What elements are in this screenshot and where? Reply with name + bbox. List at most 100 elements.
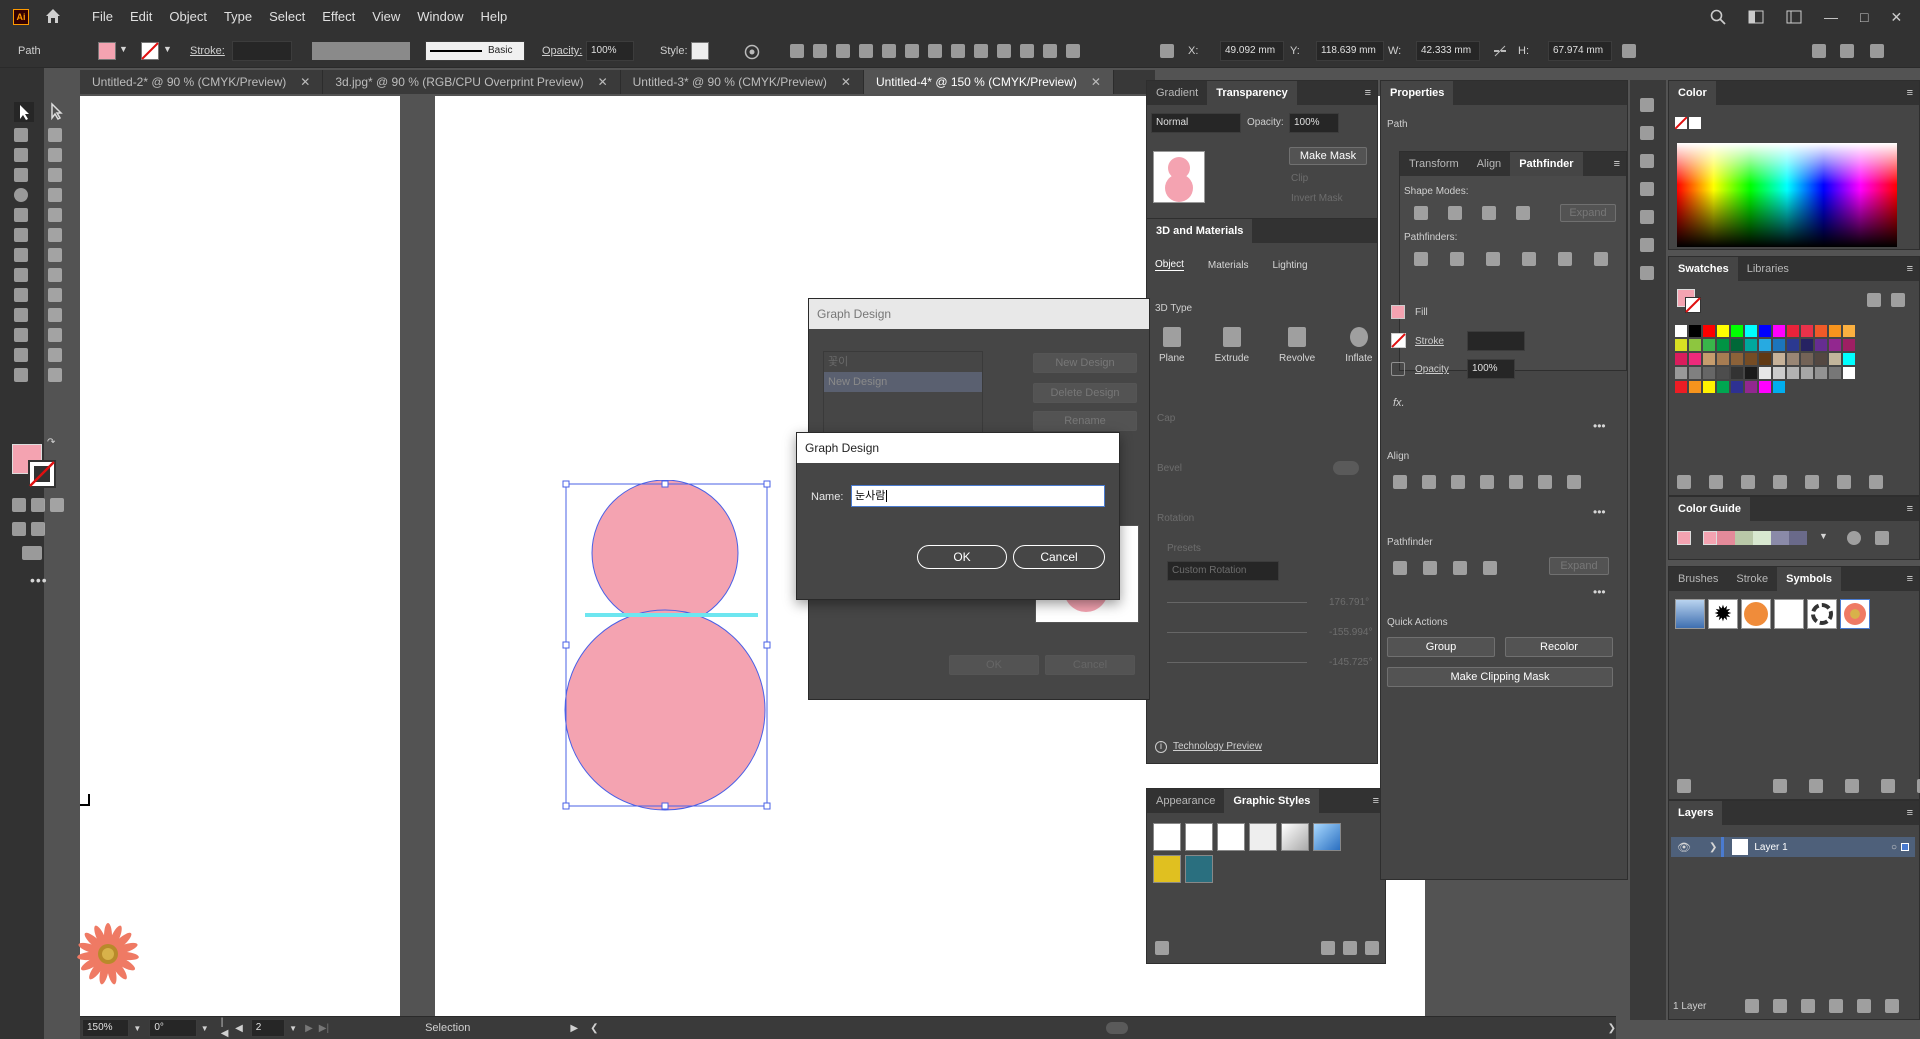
- new-layer-icon[interactable]: [1857, 999, 1871, 1013]
- tab-align[interactable]: Align: [1468, 152, 1510, 176]
- mesh-tool-icon[interactable]: [14, 288, 28, 302]
- expand-button[interactable]: Expand: [1549, 557, 1609, 575]
- tab-materials[interactable]: Materials: [1208, 260, 1249, 271]
- symbol-ring[interactable]: [1807, 599, 1837, 629]
- align-top-icon[interactable]: [882, 44, 896, 58]
- break-link-icon[interactable]: [1321, 941, 1335, 955]
- delete-icon[interactable]: [1365, 941, 1379, 955]
- search-icon[interactable]: [1710, 9, 1726, 25]
- chevron-down-icon[interactable]: ▼: [133, 1024, 141, 1033]
- align-middle-icon[interactable]: [1538, 475, 1552, 489]
- recolor-button[interactable]: Recolor: [1505, 637, 1613, 657]
- w-field[interactable]: 42.333 mm: [1416, 41, 1480, 61]
- align-center-icon[interactable]: [1451, 475, 1465, 489]
- scroll-right-icon[interactable]: ❯: [1608, 1023, 1616, 1034]
- color-swatch[interactable]: [1759, 381, 1771, 393]
- symbol-splat[interactable]: ✹: [1708, 599, 1738, 629]
- distribute-left-icon[interactable]: [1020, 44, 1034, 58]
- color-swatch[interactable]: [1773, 367, 1785, 379]
- color-swatch[interactable]: [1675, 353, 1687, 365]
- flower-symbol[interactable]: [76, 922, 140, 986]
- visibility-eye-icon[interactable]: 👁: [1677, 841, 1691, 854]
- color-swatch[interactable]: [1717, 367, 1729, 379]
- clipping-mask-icon[interactable]: [1801, 999, 1815, 1013]
- status-menu-icon[interactable]: ▶: [570, 1023, 578, 1034]
- tab-gradient[interactable]: Gradient: [1147, 81, 1207, 105]
- rotation-x-value[interactable]: 176.791°: [1329, 597, 1369, 608]
- none-swatch-icon[interactable]: [1675, 117, 1687, 129]
- bevel-toggle[interactable]: [1333, 461, 1359, 475]
- rotation-y-slider[interactable]: [1167, 632, 1307, 633]
- menu-window[interactable]: Window: [417, 9, 463, 24]
- isolate-icon[interactable]: [1812, 44, 1826, 58]
- unite-icon[interactable]: [1414, 206, 1428, 220]
- more-options-icon[interactable]: •••: [1593, 505, 1606, 519]
- merge-icon[interactable]: [1486, 252, 1500, 266]
- minus-front-icon[interactable]: [1448, 206, 1462, 220]
- ok-button[interactable]: OK: [917, 545, 1007, 569]
- minus-back-icon[interactable]: [1594, 252, 1608, 266]
- scale-tool-icon[interactable]: [48, 228, 62, 242]
- draw-normal-icon[interactable]: [12, 522, 26, 536]
- make-mask-button[interactable]: Make Mask: [1289, 147, 1367, 165]
- align-left-icon[interactable]: [1422, 475, 1436, 489]
- swatch-stroke[interactable]: [1685, 297, 1701, 313]
- home-icon[interactable]: [44, 7, 62, 25]
- none-icon[interactable]: [50, 498, 64, 512]
- panel-menu-icon[interactable]: ≡: [1907, 573, 1913, 585]
- tab-pathfinder[interactable]: Pathfinder: [1510, 152, 1583, 176]
- next-artboard-icon[interactable]: ▶: [305, 1023, 313, 1034]
- color-swatch[interactable]: [1815, 353, 1827, 365]
- color-swatch[interactable]: [1829, 353, 1841, 365]
- color-swatch[interactable]: [1843, 353, 1855, 365]
- align-top-icon[interactable]: [1509, 475, 1523, 489]
- stroke-label[interactable]: Stroke:: [190, 45, 225, 57]
- stroke-none-icon[interactable]: [1391, 333, 1406, 348]
- trim-icon[interactable]: [1450, 252, 1464, 266]
- artboard-number-field[interactable]: 2: [250, 1019, 286, 1037]
- color-swatch[interactable]: [1689, 367, 1701, 379]
- exclude-icon[interactable]: [1516, 206, 1530, 220]
- chevron-down-icon[interactable]: ▼: [201, 1024, 209, 1033]
- color-swatch[interactable]: [1689, 339, 1701, 351]
- style-swatch[interactable]: [1249, 823, 1277, 851]
- tab-libraries[interactable]: Libraries: [1738, 257, 1798, 281]
- tab-transparency[interactable]: Transparency: [1207, 81, 1297, 105]
- fill-swatch[interactable]: [1391, 305, 1405, 319]
- swatch-libraries-icon[interactable]: [1677, 475, 1691, 489]
- menu-effect[interactable]: Effect: [322, 9, 355, 24]
- blend-mode-select[interactable]: Normal: [1151, 113, 1241, 133]
- chevron-down-icon[interactable]: ▼: [289, 1024, 297, 1033]
- color-swatch[interactable]: [1717, 339, 1729, 351]
- plane-button[interactable]: Plane: [1159, 327, 1185, 364]
- distribute-hcenter-icon[interactable]: [1043, 44, 1057, 58]
- info-icon[interactable]: [1640, 126, 1654, 140]
- brush-definition[interactable]: Basic: [425, 41, 525, 61]
- tab-layers[interactable]: Layers: [1669, 801, 1723, 825]
- cancel-button[interactable]: Cancel: [1013, 545, 1105, 569]
- distribute-top-icon[interactable]: [951, 44, 965, 58]
- layer-row[interactable]: 👁 ❯ Layer 1 ○: [1671, 837, 1915, 857]
- color-swatch[interactable]: [1717, 353, 1729, 365]
- align-middle-icon[interactable]: [905, 44, 919, 58]
- close-icon[interactable]: ✕: [1890, 9, 1902, 26]
- direct-selection-tool-icon[interactable]: [47, 102, 65, 120]
- opacity-field[interactable]: 100%: [586, 41, 634, 61]
- align-center-icon[interactable]: [836, 44, 850, 58]
- opacity-label[interactable]: Opacity: [1415, 364, 1449, 375]
- harmony-colors[interactable]: [1703, 531, 1807, 545]
- selection-tool-icon[interactable]: [14, 102, 34, 122]
- eyedropper-icon[interactable]: [14, 308, 28, 322]
- color-swatch[interactable]: [1801, 325, 1813, 337]
- stroke-weight-field[interactable]: [1467, 331, 1525, 351]
- graphic-style-swatch[interactable]: [691, 42, 709, 60]
- tab-untitled-3[interactable]: Untitled-3* @ 90 % (CMYK/Preview) ✕: [620, 70, 864, 94]
- panel-menu-icon[interactable]: [1870, 44, 1884, 58]
- clip-checkbox[interactable]: Clip: [1291, 173, 1308, 184]
- locate-object-icon[interactable]: [1773, 999, 1787, 1013]
- rotate-view-field[interactable]: 0°: [149, 1019, 197, 1037]
- symbol-bracket[interactable]: [1774, 599, 1804, 629]
- style-swatch[interactable]: [1153, 855, 1181, 883]
- type-tool-icon[interactable]: [14, 168, 28, 182]
- stroke-label[interactable]: Stroke: [1415, 336, 1444, 347]
